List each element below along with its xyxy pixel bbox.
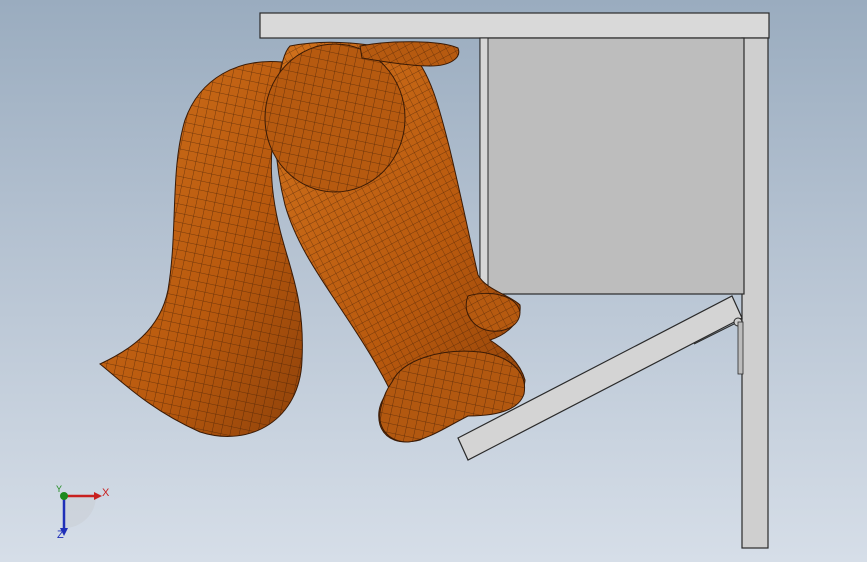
top-plate (259, 12, 770, 39)
y-axis-label: Y (56, 484, 63, 494)
housing-box (479, 37, 745, 295)
graphics-viewport[interactable]: X Y Z (0, 0, 867, 562)
model-scene[interactable] (0, 0, 867, 562)
x-axis-arrowhead (94, 492, 102, 500)
housing-side-strip (479, 37, 489, 295)
orientation-triad: X Y Z (48, 480, 118, 546)
vertical-post (741, 37, 769, 549)
hinge-bracket (737, 321, 744, 375)
z-axis-label: Z (57, 529, 64, 541)
x-axis-label: X (102, 487, 110, 499)
triad-shadow (64, 496, 96, 528)
